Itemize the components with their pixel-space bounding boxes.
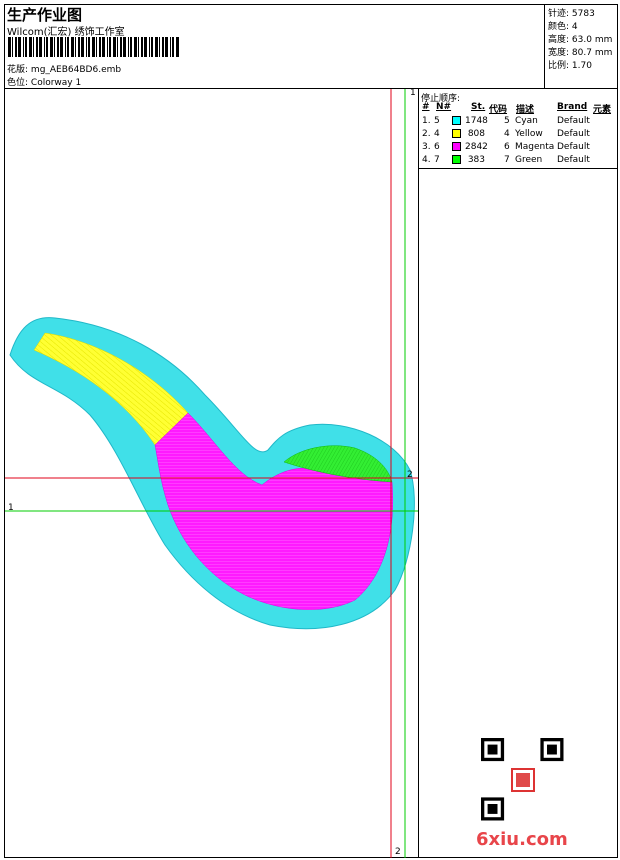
guide-v-red-label: 2 (395, 847, 401, 857)
guide-h-red-label: 2 (407, 470, 413, 480)
watermark-logo: 6xiu.com (476, 829, 568, 850)
design-canvas (5, 89, 564, 858)
guide-h-green-label: 1 (8, 503, 14, 513)
guide-v-green-label: 1 (410, 88, 416, 98)
qr-code (481, 738, 564, 821)
